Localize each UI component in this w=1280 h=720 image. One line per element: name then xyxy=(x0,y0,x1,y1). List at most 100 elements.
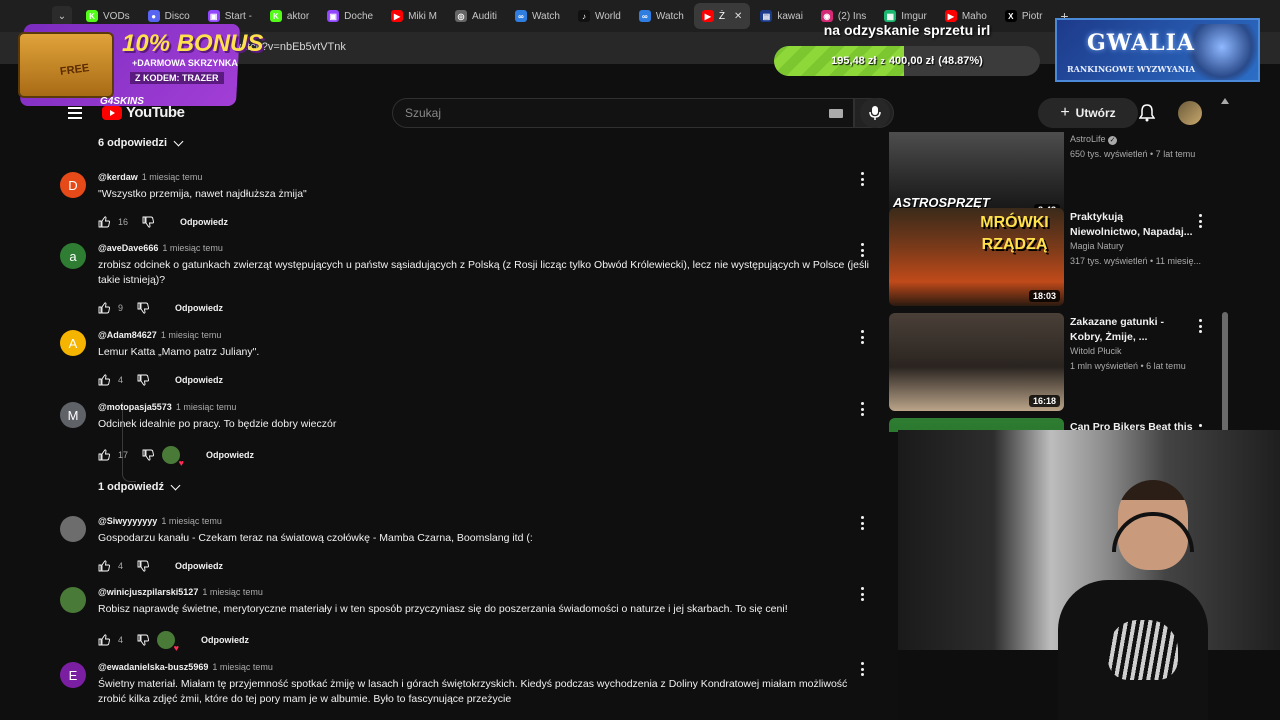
thumbs-down-icon[interactable] xyxy=(137,374,149,386)
comment-time[interactable]: 1 miesiąc temu xyxy=(162,243,223,253)
comment-actions: 4 Odpowiedz xyxy=(98,631,249,653)
thumbs-down-icon[interactable] xyxy=(137,302,149,314)
replies-toggle[interactable]: 1 odpowiedź xyxy=(98,480,181,493)
comment-author[interactable]: @motopasja5573 xyxy=(98,402,172,412)
tab-favicon-icon: ▶ xyxy=(391,10,404,22)
reply-button[interactable]: Odpowiedz xyxy=(175,375,223,385)
comment-author[interactable]: @Siwyyyyyyy xyxy=(98,516,157,526)
reply-button[interactable]: Odpowiedz xyxy=(206,450,254,460)
video-thumbnail[interactable]: 16:18 xyxy=(889,313,1064,411)
comment-author[interactable]: @ewadanielska-busz5969 xyxy=(98,662,208,672)
scroll-up-arrow-icon[interactable] xyxy=(1221,98,1229,104)
channel-name[interactable]: Magia Natury xyxy=(1070,241,1124,251)
comment-time[interactable]: 1 miesiąc temu xyxy=(161,516,222,526)
video-thumbnail[interactable]: MRÓWKI RZĄDZĄ 18:03 xyxy=(889,208,1064,306)
thumbs-up-icon[interactable] xyxy=(98,216,110,228)
browser-tab[interactable]: ▣ Doche xyxy=(319,3,381,29)
create-button[interactable]: + Utwórz xyxy=(1038,98,1138,128)
comment-menu-icon[interactable] xyxy=(860,516,864,530)
comment-actions: 16 Odpowiedz xyxy=(98,216,228,228)
comment-author[interactable]: @kerdaw xyxy=(98,172,138,182)
comment-time[interactable]: 1 miesiąc temu xyxy=(142,172,203,182)
video-menu-icon[interactable] xyxy=(1198,319,1202,333)
comment-time[interactable]: 1 miesiąc temu xyxy=(212,662,273,672)
browser-tab[interactable]: Kaktor xyxy=(262,3,317,29)
comment-time[interactable]: 1 miesiąc temu xyxy=(161,330,222,340)
comment-meta: @Siwyyyyyyy 1 miesiąc temu xyxy=(98,516,222,526)
browser-tab[interactable]: ▶ Miki M xyxy=(383,3,445,29)
commenter-avatar[interactable]: a xyxy=(60,243,86,269)
video-thumbnail[interactable]: ASTROSPRZĘT8:43 xyxy=(889,132,1064,220)
comment-menu-icon[interactable] xyxy=(860,587,864,601)
thumbs-up-icon[interactable] xyxy=(98,634,110,646)
thumbs-up-icon[interactable] xyxy=(98,302,110,314)
promo-headline: 10% BONUS xyxy=(122,30,264,57)
account-avatar[interactable] xyxy=(1178,101,1202,125)
browser-tab[interactable]: ◎ Auditi xyxy=(447,3,505,29)
reply-button[interactable]: Odpowiedz xyxy=(175,303,223,313)
keyboard-icon[interactable] xyxy=(829,109,843,118)
comment-author[interactable]: @aveDave666 xyxy=(98,243,158,253)
recommendations-sidebar: ASTROSPRZĘT8:43 AstroLife ✓ 650 tys. wyświ… xyxy=(888,132,1230,432)
browser-tab[interactable]: ∞ Watch xyxy=(507,3,568,29)
comment-meta: @Adam84627 1 miesiąc temu xyxy=(98,330,221,340)
reply-button[interactable]: Odpowiedz xyxy=(201,635,249,645)
browser-tab[interactable]: ♪ World xyxy=(570,3,629,29)
video-title[interactable]: Zakazane gatunki - Kobry, Żmije, ... xyxy=(1070,315,1196,345)
close-tab-icon[interactable]: ✕ xyxy=(734,11,742,22)
comment-author[interactable]: @Adam84627 xyxy=(98,330,157,340)
thumbs-down-icon[interactable] xyxy=(142,216,154,228)
like-count: 9 xyxy=(118,303,124,313)
comment-menu-icon[interactable] xyxy=(860,662,864,676)
goal-title: na odzyskanie sprzetu irl xyxy=(823,22,991,38)
thumbs-up-icon[interactable] xyxy=(98,560,110,572)
chevron-down-icon xyxy=(170,480,181,490)
gwalia-banner: GWALIA RANKINGOWE WYZWYANIA xyxy=(1055,18,1260,82)
comment-actions: 4 Odpowiedz xyxy=(98,560,223,572)
chevron-down-icon xyxy=(173,136,184,146)
like-count: 16 xyxy=(118,217,129,227)
video-stats: 1 mln wyświetleń • 6 lat temu xyxy=(1070,361,1186,371)
tab-favicon-icon: K xyxy=(269,10,282,22)
commenter-avatar[interactable]: M xyxy=(60,402,86,428)
commenter-avatar[interactable]: D xyxy=(60,172,86,198)
scroll-thumb[interactable] xyxy=(1222,312,1228,432)
recommended-video[interactable]: 16:18 Zakazane gatunki - Kobry, Żmije, ..… xyxy=(888,313,1230,413)
thumbs-down-icon[interactable] xyxy=(142,449,154,461)
goal-percent: (48.87%) xyxy=(938,55,983,67)
commenter-avatar[interactable]: E xyxy=(60,662,86,688)
browser-tab[interactable]: ▶ Ż ✕ xyxy=(693,3,751,29)
comment-menu-icon[interactable] xyxy=(860,402,864,416)
like-count: 17 xyxy=(118,450,129,460)
video-menu-icon[interactable] xyxy=(1198,214,1202,228)
commenter-avatar[interactable] xyxy=(60,516,86,542)
tab-label: Ż xyxy=(718,10,725,22)
comment-text: Świetny materiał. Miałam tę przyjemność … xyxy=(98,678,848,705)
comment-menu-icon[interactable] xyxy=(860,172,864,186)
comment-time[interactable]: 1 miesiąc temu xyxy=(202,587,263,597)
comment-time[interactable]: 1 miesiąc temu xyxy=(176,402,237,412)
comment-menu-icon[interactable] xyxy=(860,243,864,257)
channel-name[interactable]: AstroLife ✓ xyxy=(1070,134,1118,145)
thumbs-down-icon[interactable] xyxy=(137,634,149,646)
notifications-button[interactable] xyxy=(1136,102,1158,124)
thumbs-down-icon[interactable] xyxy=(137,560,149,572)
reply-button[interactable]: Odpowiedz xyxy=(175,561,223,571)
video-title[interactable]: Praktykują Niewolnictwo, Napadaj... xyxy=(1070,210,1196,240)
reply-button[interactable]: Odpowiedz xyxy=(180,217,228,227)
voice-search-button[interactable] xyxy=(860,98,890,128)
replies-toggle[interactable]: 6 odpowiedzi xyxy=(98,136,184,149)
comment-menu-icon[interactable] xyxy=(860,330,864,344)
comment-author[interactable]: @winicjuszpilarski5127 xyxy=(98,587,198,597)
commenter-avatar[interactable]: A xyxy=(60,330,86,356)
thumbs-up-icon[interactable] xyxy=(98,449,110,461)
browser-tab[interactable]: ∞ Watch xyxy=(631,3,692,29)
commenter-avatar[interactable] xyxy=(60,587,86,613)
channel-name[interactable]: Witold Płucik xyxy=(1070,346,1122,356)
search-input[interactable] xyxy=(393,99,853,127)
bell-icon xyxy=(1139,104,1155,122)
thread-connector xyxy=(122,402,136,482)
recommended-video[interactable]: MRÓWKI RZĄDZĄ 18:03 Praktykują Niewolnictw… xyxy=(888,208,1230,308)
gwalia-logo: GWALIA xyxy=(1087,30,1195,56)
thumbs-up-icon[interactable] xyxy=(98,374,110,386)
